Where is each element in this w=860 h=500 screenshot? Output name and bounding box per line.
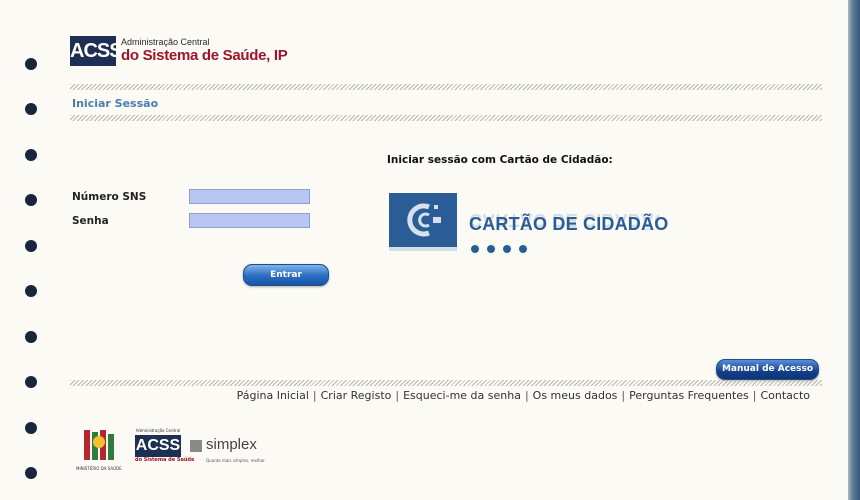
sns-number-input[interactable] (189, 189, 310, 204)
password-input[interactable] (189, 213, 310, 228)
footer-link-faq[interactable]: Perguntas Frequentes (629, 389, 749, 402)
notebook-page: ACSS Administração Central do Sistema de… (0, 0, 849, 500)
simplex-logo: simplex Quanto mais simples, melhor. (190, 436, 270, 470)
enter-button[interactable]: Entrar (243, 264, 329, 286)
footer-link-forgot-password[interactable]: Esqueci-me da senha (403, 389, 521, 402)
sns-number-label: Número SNS (72, 191, 147, 203)
page-title: Iniciar Sessão (72, 97, 159, 110)
password-label: Senha (72, 215, 109, 227)
footer-nav: Página Inicial | Criar Registo | Esqueci-me … (236, 389, 810, 402)
ministry-caption: MINISTÉRIO DA SAÚDE (76, 466, 122, 471)
window-edge (848, 0, 860, 500)
citizen-card-heading: Iniciar sessão com Cartão de Cidadão: (387, 154, 613, 166)
logo-title: do Sistema de Saúde, IP (121, 47, 288, 64)
footer-link-home[interactable]: Página Inicial (237, 389, 309, 402)
binder-hole (25, 376, 37, 388)
simplex-icon (190, 440, 202, 452)
divider (70, 84, 822, 90)
logo-subtitle: Administração Central (121, 37, 210, 47)
acss-footer-logo: Administração Central ACSS do Sistema de… (135, 428, 195, 463)
citizen-card-login-button[interactable]: CARTÃO DE CIDADÃO CARTÃO DE CIDADÃO (389, 193, 668, 303)
acss-logo-mark: ACSS (70, 36, 123, 66)
binder-hole (25, 103, 37, 115)
footer-link-contact[interactable]: Contacto (760, 389, 810, 402)
binder-hole (25, 58, 37, 70)
binder-hole (25, 422, 37, 434)
citizen-card-reflection: CARTÃO DE CIDADÃO (389, 201, 659, 251)
divider (70, 380, 822, 386)
binder-hole (25, 149, 37, 161)
binder-hole (25, 194, 37, 206)
access-manual-button[interactable]: Manual de Acesso (716, 359, 819, 380)
binder-hole (25, 285, 37, 297)
binder-hole (25, 467, 37, 479)
binder-hole (25, 240, 37, 252)
ministry-of-health-logo: MINISTÉRIO DA SAÚDE (76, 428, 122, 473)
binder-hole (25, 331, 37, 343)
footer-link-my-data[interactable]: Os meus dados (533, 389, 618, 402)
divider (70, 115, 822, 121)
footer-link-register[interactable]: Criar Registo (321, 389, 392, 402)
